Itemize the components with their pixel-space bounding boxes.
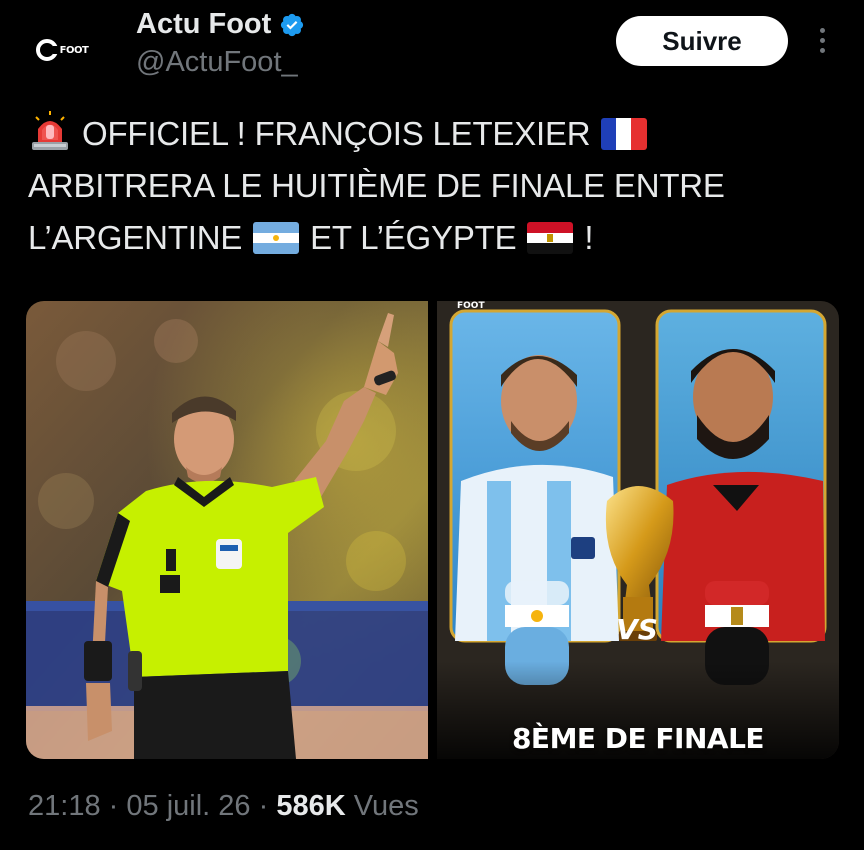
avatar-logo-text: FOOT — [59, 44, 89, 56]
media-image-match-graphic[interactable]: FOOT VS 8ÈME DE FINALE — [437, 301, 839, 759]
tweet-meta: 21:18 · 05 juil. 26 · 586K Vues — [28, 790, 419, 823]
graphic-title: 8ÈME DE FINALE — [511, 722, 765, 755]
avatar[interactable]: FOOT — [24, 18, 100, 82]
views-label: Vues — [353, 790, 419, 822]
siren-icon — [32, 111, 68, 150]
tweet-line-3-part3: ! — [584, 219, 594, 256]
flag-france-icon — [601, 118, 648, 150]
referee-photo — [26, 301, 428, 759]
author-handle[interactable]: @ActuFoot_ — [136, 46, 298, 79]
tweet-line-1-text: OFFICIEL ! FRANÇOIS LETEXIER — [82, 115, 591, 152]
tweet-line-3: L’ARGENTINE ET L’ÉGYPTE ! — [28, 212, 848, 264]
views-count[interactable]: 586K — [276, 790, 345, 822]
tweet-line-3-part2: ET L’ÉGYPTE — [310, 219, 517, 256]
match-graphic — [437, 301, 839, 759]
tweet-time[interactable]: 21:18 — [28, 790, 101, 822]
flag-argentina-icon — [253, 222, 300, 254]
more-options-icon[interactable] — [810, 22, 834, 58]
meta-separator: · — [258, 790, 269, 822]
meta-separator: · — [108, 790, 119, 822]
tweet-date[interactable]: 05 juil. 26 — [126, 790, 250, 822]
tweet-line-1: OFFICIEL ! FRANÇOIS LETEXIER — [28, 108, 848, 160]
actu-foot-logo: FOOT — [35, 39, 89, 61]
follow-button[interactable]: Suivre — [616, 16, 788, 66]
graphic-logo-text: FOOT — [457, 301, 485, 311]
tweet-line-3-part1: L’ARGENTINE — [28, 219, 243, 256]
verified-badge-icon — [281, 13, 304, 36]
flag-egypt-icon — [527, 222, 574, 254]
graphic-vs-text: VS — [616, 613, 658, 646]
tweet-text: OFFICIEL ! FRANÇOIS LETEXIER ARBITRERA L… — [28, 108, 848, 264]
author-name-row[interactable]: Actu Foot — [136, 8, 305, 41]
media-image-referee[interactable] — [26, 301, 428, 759]
author-display-name[interactable]: Actu Foot — [136, 8, 271, 41]
tweet-line-2: ARBITRERA LE HUITIÈME DE FINALE ENTRE — [28, 167, 725, 204]
